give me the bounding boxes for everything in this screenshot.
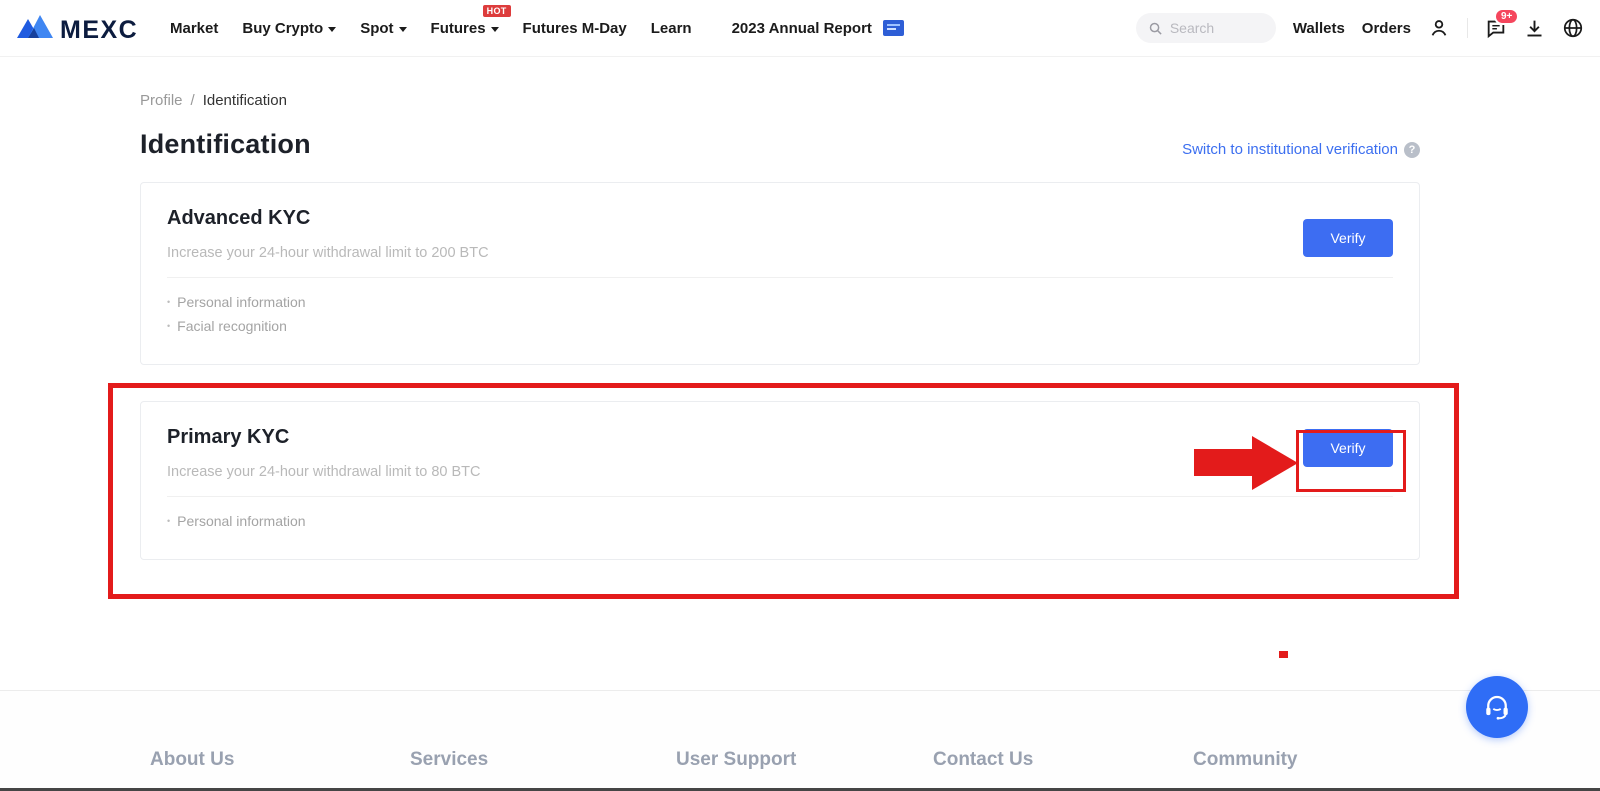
nav-label: Futures — [431, 20, 486, 37]
language-button[interactable] — [1562, 17, 1584, 39]
annual-report-icon — [883, 20, 904, 36]
mexc-logo[interactable]: MEXC — [14, 11, 150, 45]
card-subtitle: Increase your 24-hour withdrawal limit t… — [167, 462, 1393, 482]
footer-about-us[interactable]: About Us — [150, 749, 410, 771]
mexc-logo-icon: MEXC — [14, 11, 150, 45]
advanced-kyc-card: Advanced KYC Increase your 24-hour withd… — [140, 182, 1420, 365]
page-title: Identification — [140, 129, 311, 160]
footer-columns: About Us Services User Support Contact U… — [150, 749, 1600, 771]
account-button[interactable] — [1428, 17, 1450, 39]
requirements-list: Personal information — [167, 509, 1393, 533]
divider — [167, 277, 1393, 278]
switch-institutional-link[interactable]: Switch to institutional verification — [1182, 141, 1398, 158]
annotation-dot — [1279, 651, 1288, 658]
breadcrumb-profile[interactable]: Profile — [140, 92, 183, 109]
footer: About Us Services User Support Contact U… — [0, 690, 1600, 791]
nav-label: Futures M-Day — [523, 20, 627, 37]
notifications-button[interactable]: 9+ — [1485, 17, 1507, 39]
search-box[interactable] — [1136, 13, 1276, 43]
footer-user-support[interactable]: User Support — [676, 749, 933, 771]
primary-kyc-card: Primary KYC Increase your 24-hour withdr… — [140, 401, 1420, 560]
divider — [1467, 18, 1468, 38]
nav-item-futures[interactable]: HOT Futures — [431, 20, 499, 37]
breadcrumb-separator: / — [191, 92, 195, 109]
navbar-right: Wallets Orders 9+ — [1136, 13, 1584, 43]
requirement-item: Personal information — [167, 509, 1393, 533]
search-icon — [1148, 21, 1163, 36]
main-content: Profile / Identification Identification … — [140, 92, 1420, 560]
nav-label: Spot — [360, 20, 393, 37]
switch-verification: Switch to institutional verification ? — [1182, 141, 1420, 158]
help-icon[interactable]: ? — [1404, 142, 1420, 158]
divider — [167, 496, 1393, 497]
chevron-down-icon — [491, 27, 499, 32]
download-app-button[interactable] — [1524, 18, 1545, 39]
requirements-list: Personal information Facial recognition — [167, 290, 1393, 338]
breadcrumb: Profile / Identification — [140, 92, 1420, 109]
nav-item-spot[interactable]: Spot — [360, 20, 406, 37]
mexc-identification-page: MEXC Market Buy Crypto Spot HOT Futures … — [0, 0, 1600, 791]
orders-link[interactable]: Orders — [1362, 20, 1411, 37]
search-input[interactable] — [1170, 20, 1260, 36]
nav-label: Buy Crypto — [242, 20, 323, 37]
nav-item-annual-report[interactable]: 2023 Annual Report — [732, 20, 904, 37]
svg-text:MEXC: MEXC — [60, 16, 138, 44]
advanced-kyc-verify-button[interactable]: Verify — [1303, 219, 1393, 257]
card-subtitle: Increase your 24-hour withdrawal limit t… — [167, 243, 1393, 263]
user-icon — [1428, 17, 1450, 39]
nav-item-futures-mday[interactable]: Futures M-Day — [523, 20, 627, 37]
nav-label: Market — [170, 20, 218, 37]
wallets-link[interactable]: Wallets — [1293, 20, 1345, 37]
requirement-item: Facial recognition — [167, 314, 1393, 338]
card-title: Primary KYC — [167, 424, 1393, 450]
download-icon — [1524, 18, 1545, 39]
nav-item-market[interactable]: Market — [170, 20, 218, 37]
main-nav: Market Buy Crypto Spot HOT Futures Futur… — [170, 20, 904, 37]
notification-badge: 9+ — [1494, 8, 1519, 25]
hot-badge: HOT — [483, 5, 511, 17]
headset-icon — [1482, 692, 1512, 722]
globe-icon — [1562, 17, 1584, 39]
requirement-item: Personal information — [167, 290, 1393, 314]
nav-label: 2023 Annual Report — [732, 20, 872, 37]
footer-community[interactable]: Community — [1193, 749, 1600, 771]
primary-kyc-verify-button[interactable]: Verify — [1303, 429, 1393, 467]
breadcrumb-identification: Identification — [203, 92, 287, 109]
nav-item-learn[interactable]: Learn — [651, 20, 692, 37]
top-navbar: MEXC Market Buy Crypto Spot HOT Futures … — [0, 0, 1600, 57]
chevron-down-icon — [399, 27, 407, 32]
footer-services[interactable]: Services — [410, 749, 676, 771]
title-row: Identification Switch to institutional v… — [140, 129, 1420, 160]
nav-label: Learn — [651, 20, 692, 37]
card-title: Advanced KYC — [167, 205, 1393, 231]
chat-support-button[interactable] — [1466, 676, 1528, 738]
footer-contact-us[interactable]: Contact Us — [933, 749, 1193, 771]
nav-item-buy-crypto[interactable]: Buy Crypto — [242, 20, 336, 37]
chevron-down-icon — [328, 27, 336, 32]
